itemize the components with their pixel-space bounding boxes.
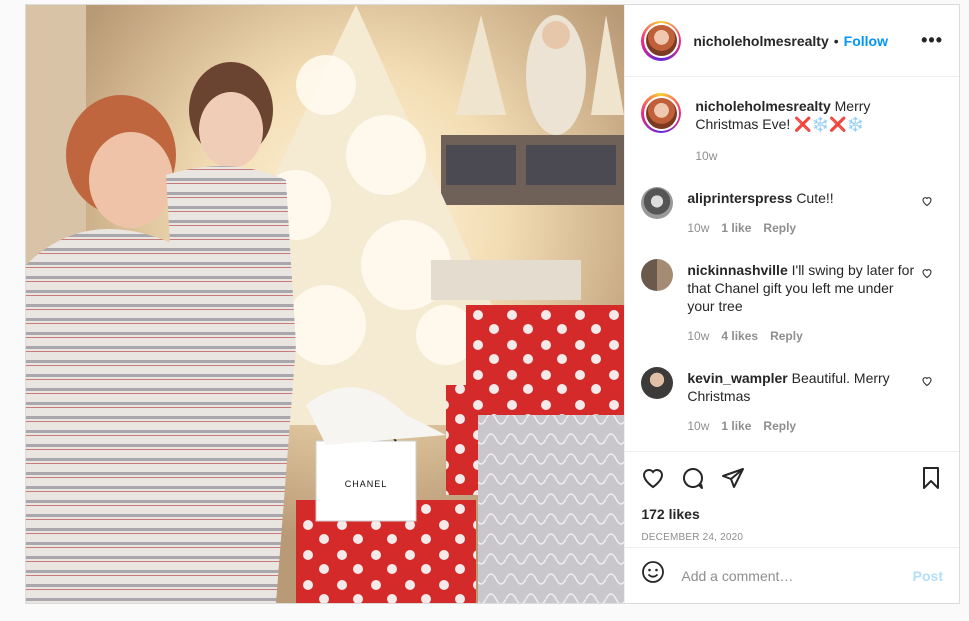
add-comment-input[interactable] [681, 567, 913, 584]
comment-text: Cute!! [796, 190, 834, 206]
commenter-avatar[interactable] [641, 187, 674, 219]
post-actions: 172 likes DECEMBER 24, 2020 [625, 451, 959, 547]
comment-item: kevin_wampler Beautiful. Merry Christmas… [641, 367, 943, 435]
post-photo[interactable]: CHANEL [26, 5, 625, 603]
post-date: DECEMBER 24, 2020 [641, 532, 744, 543]
comment-icon[interactable] [681, 466, 705, 495]
comment-like-heart-icon[interactable] [921, 195, 933, 210]
post-comment-button[interactable]: Post [913, 568, 943, 584]
commenter-avatar[interactable] [641, 259, 674, 291]
add-comment-bar: Post [625, 547, 959, 603]
comment-time[interactable]: 10w [687, 219, 709, 237]
instagram-post: CHANEL nicholeholmesrealty • Follow ••• [25, 4, 960, 604]
comment-username[interactable]: aliprinterspress [687, 190, 792, 206]
like-heart-icon[interactable] [641, 466, 665, 495]
post-details-panel: nicholeholmesrealty • Follow ••• nichole… [624, 5, 959, 603]
caption-time[interactable]: 10w [695, 147, 717, 165]
comment-username[interactable]: nickinnashville [687, 262, 787, 278]
comment-likes[interactable]: 1 like [721, 219, 751, 237]
comments-list[interactable]: nicholeholmesrealty Merry Christmas Eve!… [625, 77, 959, 451]
svg-text:CHANEL: CHANEL [345, 479, 388, 489]
reply-button[interactable]: Reply [763, 417, 796, 435]
author-username[interactable]: nicholeholmesrealty [693, 33, 828, 49]
comment-item: aliprinterspress Cute!! 10w 1 like Reply [641, 187, 943, 237]
comment-item: nickinnashville I'll swing by later for … [641, 259, 943, 345]
comment-like-heart-icon[interactable] [921, 375, 933, 390]
comment-username[interactable]: kevin_wampler [687, 370, 787, 386]
comment-time[interactable]: 10w [687, 327, 709, 345]
follow-button[interactable]: Follow [844, 33, 888, 49]
comment-likes[interactable]: 4 likes [721, 327, 758, 345]
more-options-icon[interactable]: ••• [921, 30, 943, 51]
save-icon[interactable] [919, 466, 943, 495]
comment-like-heart-icon[interactable] [921, 267, 933, 282]
post-image: CHANEL [26, 5, 625, 603]
commenter-avatar[interactable] [641, 367, 674, 399]
comment-time[interactable]: 10w [687, 417, 709, 435]
reply-button[interactable]: Reply [763, 219, 796, 237]
caption-avatar[interactable] [641, 93, 682, 133]
author-avatar[interactable] [641, 20, 682, 61]
post-header: nicholeholmesrealty • Follow ••• [625, 5, 959, 77]
share-icon[interactable] [721, 466, 745, 495]
reply-button[interactable]: Reply [770, 327, 803, 345]
comment-likes[interactable]: 1 like [721, 417, 751, 435]
emoji-icon[interactable] [641, 560, 665, 591]
separator-dot: • [833, 32, 839, 49]
caption-username[interactable]: nicholeholmesrealty [695, 98, 830, 114]
caption: nicholeholmesrealty Merry Christmas Eve!… [641, 93, 943, 165]
likes-count[interactable]: 172 likes [641, 506, 943, 522]
